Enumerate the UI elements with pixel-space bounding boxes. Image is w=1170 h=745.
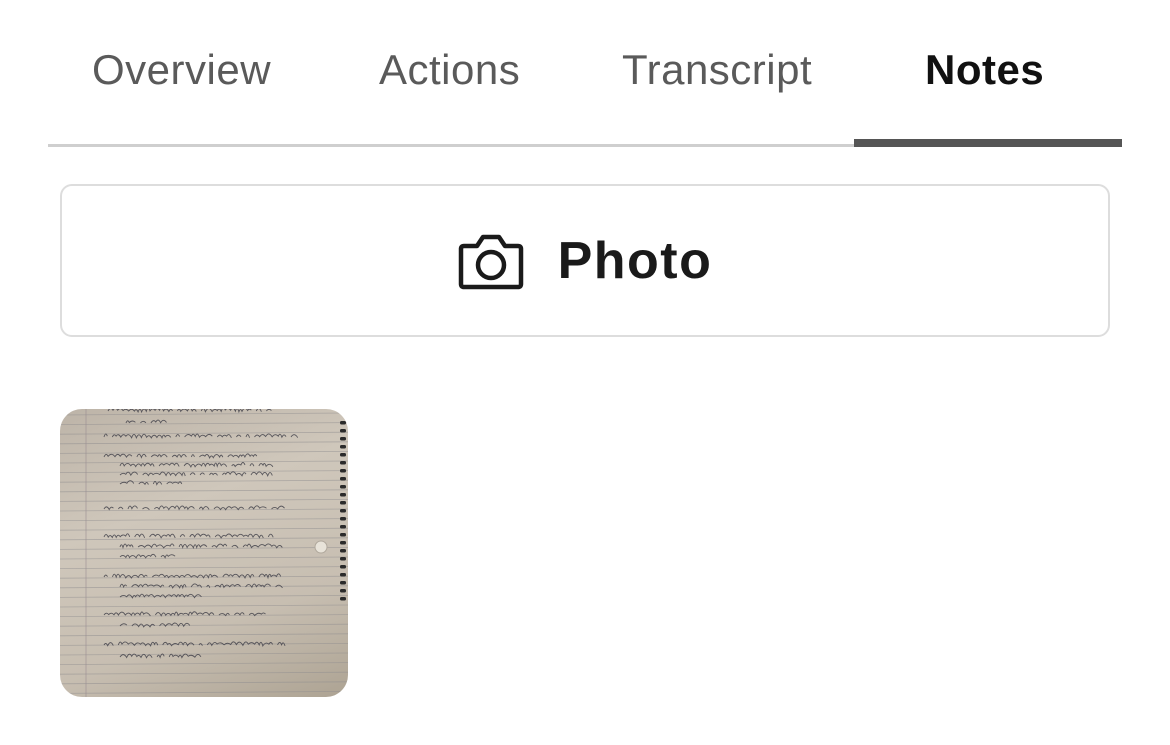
photo-button-label: Photo [557, 231, 713, 290]
camera-icon [458, 234, 523, 289]
active-tab-indicator [854, 139, 1122, 147]
tab-actions[interactable]: Actions [379, 40, 520, 100]
tab-overview[interactable]: Overview [92, 40, 271, 100]
tab-bar: Overview Actions Transcript Notes [48, 0, 1122, 148]
tab-notes[interactable]: Notes [925, 40, 1044, 100]
add-photo-button[interactable]: Photo [60, 184, 1110, 337]
tab-transcript[interactable]: Transcript [622, 40, 812, 100]
handwritten-notes-image [60, 409, 348, 697]
note-photo-thumbnail[interactable] [60, 409, 348, 697]
